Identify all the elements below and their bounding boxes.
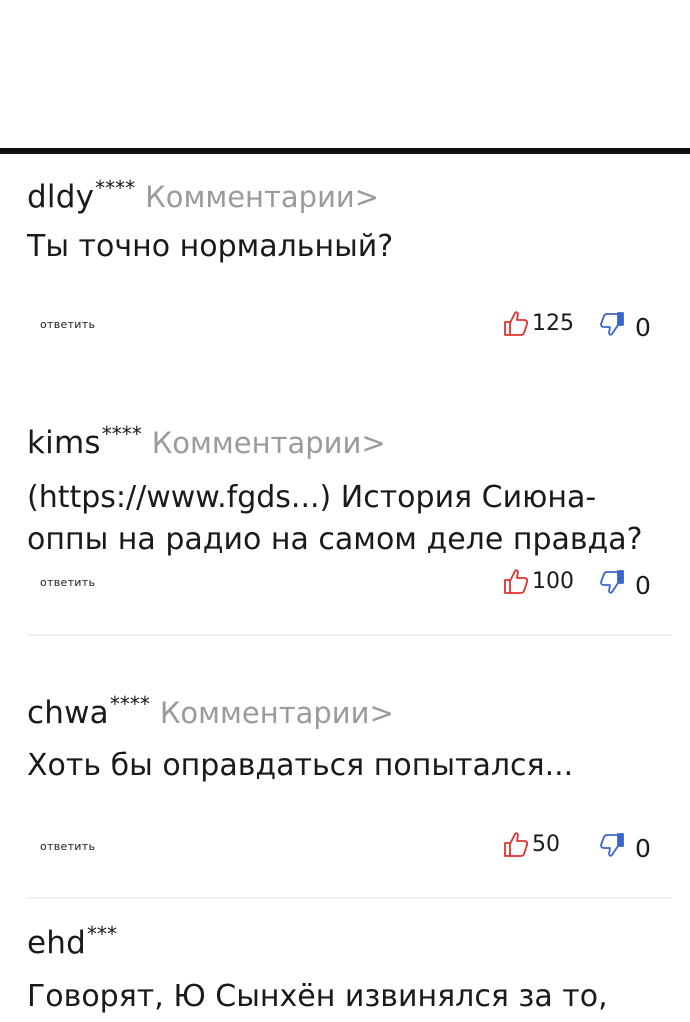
comment-author[interactable]: ehd bbox=[27, 925, 86, 961]
comment-header: kims**** Комментарии> bbox=[27, 422, 386, 461]
comment-author[interactable]: dldy bbox=[27, 179, 94, 215]
thumbs-up-icon bbox=[503, 309, 529, 337]
comment-header: dldy**** Комментарии> bbox=[27, 176, 379, 215]
comment-text: Ты точно нормальный? bbox=[27, 229, 394, 264]
thumbs-down-icon bbox=[599, 832, 625, 864]
thumbs-up-icon bbox=[503, 830, 529, 858]
author-mask: *** bbox=[87, 922, 117, 946]
author-mask: **** bbox=[109, 692, 150, 716]
comment-text: Говорят, Ю Сынхён извинялся за то, bbox=[27, 979, 608, 1014]
comments-link[interactable]: Комментарии> bbox=[145, 180, 379, 214]
comment-text: Хоть бы оправдаться попытался... bbox=[27, 748, 574, 783]
reply-button[interactable]: ответить bbox=[40, 840, 95, 853]
dislike-count: 0 bbox=[635, 570, 651, 600]
reply-button[interactable]: ответить bbox=[40, 576, 95, 589]
comment-author[interactable]: chwa bbox=[27, 695, 109, 731]
comment-text: (https://www.fgds...) История Сиюна-оппы… bbox=[27, 480, 643, 557]
comment-divider bbox=[27, 634, 672, 636]
like-count: 50 bbox=[532, 831, 560, 857]
top-divider bbox=[0, 148, 690, 154]
top-blank-area bbox=[0, 0, 690, 148]
dislike-count: 0 bbox=[635, 833, 651, 863]
dislike-button[interactable]: 0 bbox=[599, 832, 651, 864]
dislike-button[interactable]: 0 bbox=[599, 569, 651, 601]
author-mask: **** bbox=[101, 422, 142, 446]
comment-divider bbox=[27, 897, 672, 899]
like-count: 100 bbox=[532, 568, 574, 594]
like-button[interactable]: 125 bbox=[503, 309, 574, 337]
like-button[interactable]: 100 bbox=[503, 567, 574, 595]
like-count: 125 bbox=[532, 310, 574, 336]
comment-header: chwa**** Комментарии> bbox=[27, 692, 394, 731]
comments-link[interactable]: Комментарии> bbox=[152, 426, 386, 460]
dislike-button[interactable]: 0 bbox=[599, 311, 651, 343]
thumbs-down-icon bbox=[599, 569, 625, 601]
comments-link[interactable]: Комментарии> bbox=[160, 696, 394, 730]
reply-button[interactable]: ответить bbox=[40, 318, 95, 331]
comment-header: ehd*** bbox=[27, 922, 117, 961]
like-button[interactable]: 50 bbox=[503, 830, 560, 858]
dislike-count: 0 bbox=[635, 312, 651, 342]
thumbs-down-icon bbox=[599, 311, 625, 343]
comment-author[interactable]: kims bbox=[27, 425, 101, 461]
author-mask: **** bbox=[95, 176, 136, 200]
thumbs-up-icon bbox=[503, 567, 529, 595]
